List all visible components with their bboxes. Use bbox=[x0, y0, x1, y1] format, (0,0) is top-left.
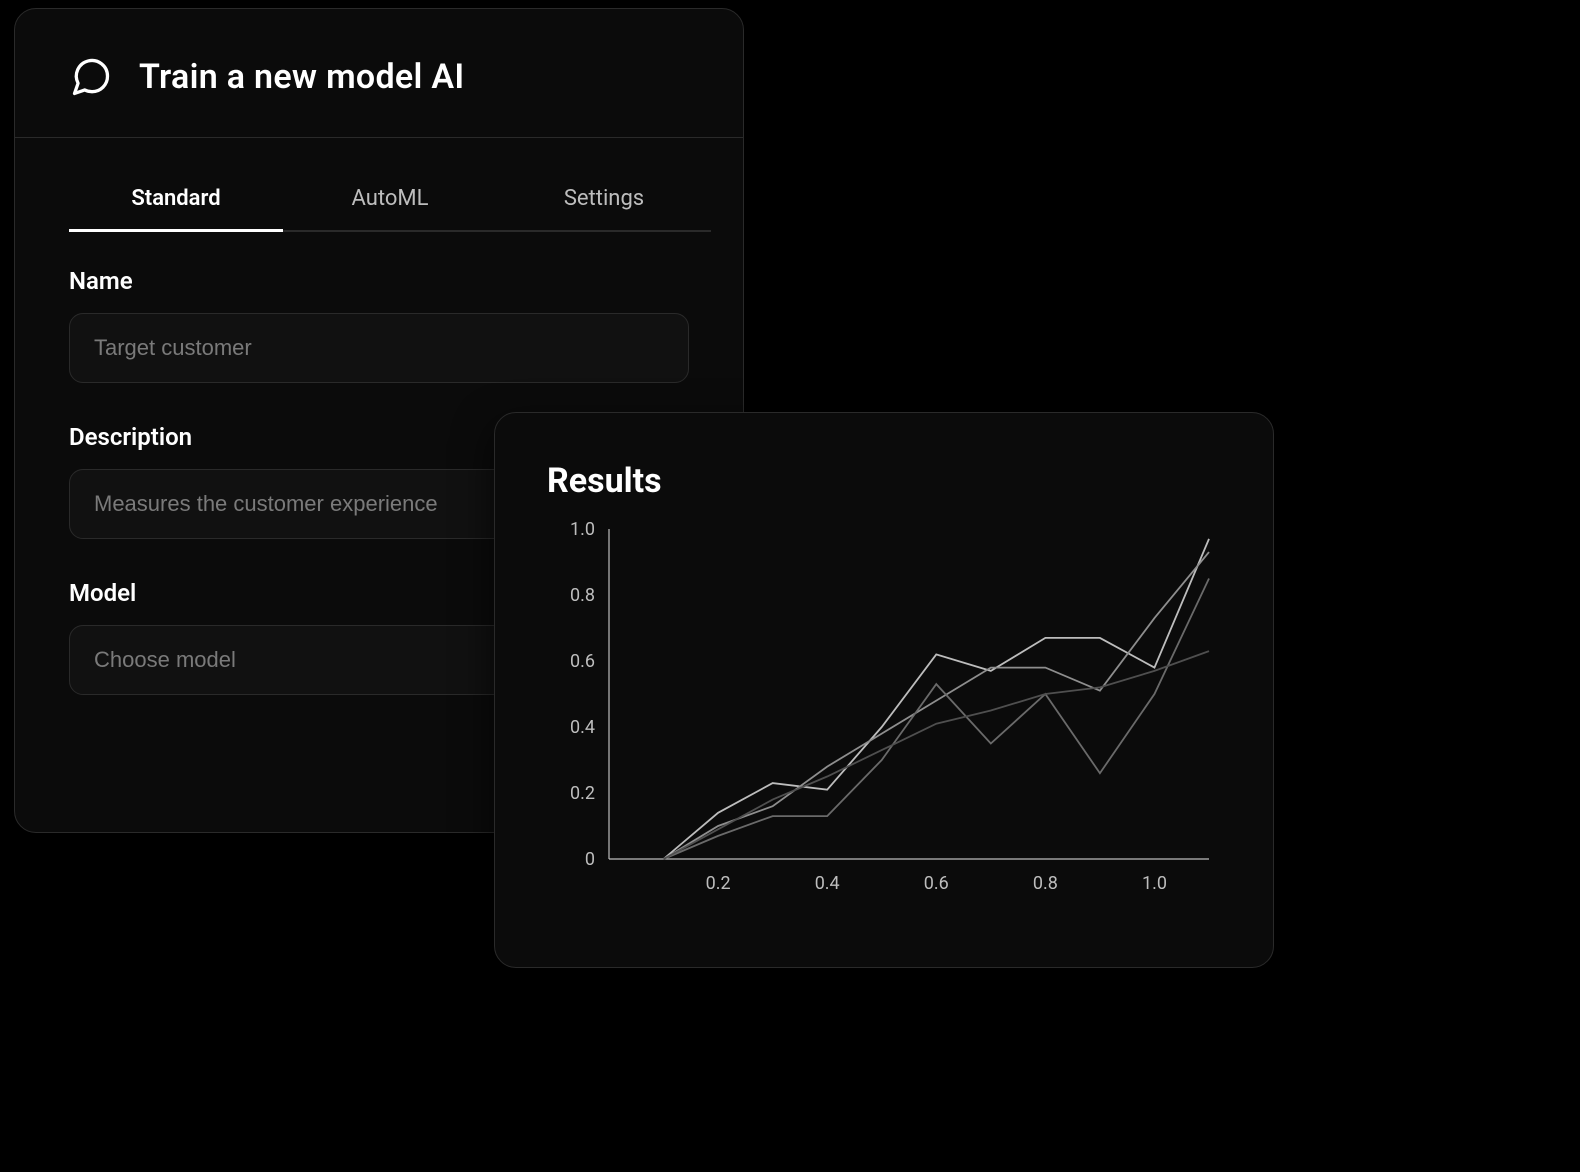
svg-text:0.6: 0.6 bbox=[924, 873, 949, 894]
tab-settings[interactable]: Settings bbox=[497, 186, 711, 232]
tab-automl[interactable]: AutoML bbox=[283, 186, 497, 232]
svg-text:1.0: 1.0 bbox=[1142, 873, 1167, 894]
svg-text:0.2: 0.2 bbox=[570, 783, 595, 804]
card-title: Train a new model AI bbox=[139, 57, 464, 97]
tabs: Standard AutoML Settings bbox=[15, 138, 743, 233]
chat-bubble-icon bbox=[69, 55, 113, 99]
results-title: Results bbox=[547, 461, 1221, 501]
svg-text:0.2: 0.2 bbox=[706, 873, 731, 894]
svg-text:1.0: 1.0 bbox=[570, 519, 595, 540]
card-header: Train a new model AI bbox=[15, 9, 743, 138]
results-chart: 00.20.40.60.81.00.20.40.60.81.0 bbox=[547, 519, 1227, 889]
svg-text:0.4: 0.4 bbox=[570, 717, 595, 738]
tab-standard[interactable]: Standard bbox=[69, 186, 283, 232]
svg-text:0: 0 bbox=[585, 849, 595, 870]
field-name: Name bbox=[69, 267, 689, 383]
svg-text:0.4: 0.4 bbox=[815, 873, 840, 894]
svg-text:0.6: 0.6 bbox=[570, 651, 595, 672]
svg-text:0.8: 0.8 bbox=[570, 585, 595, 606]
svg-text:0.8: 0.8 bbox=[1033, 873, 1058, 894]
name-label: Name bbox=[69, 267, 689, 295]
name-input[interactable] bbox=[69, 313, 689, 383]
results-card: Results 0 0.2 0.4 0.6 0.8 1.0 0.2 0.4 0.6 0.8 1.0 bbox=[494, 412, 1274, 968]
